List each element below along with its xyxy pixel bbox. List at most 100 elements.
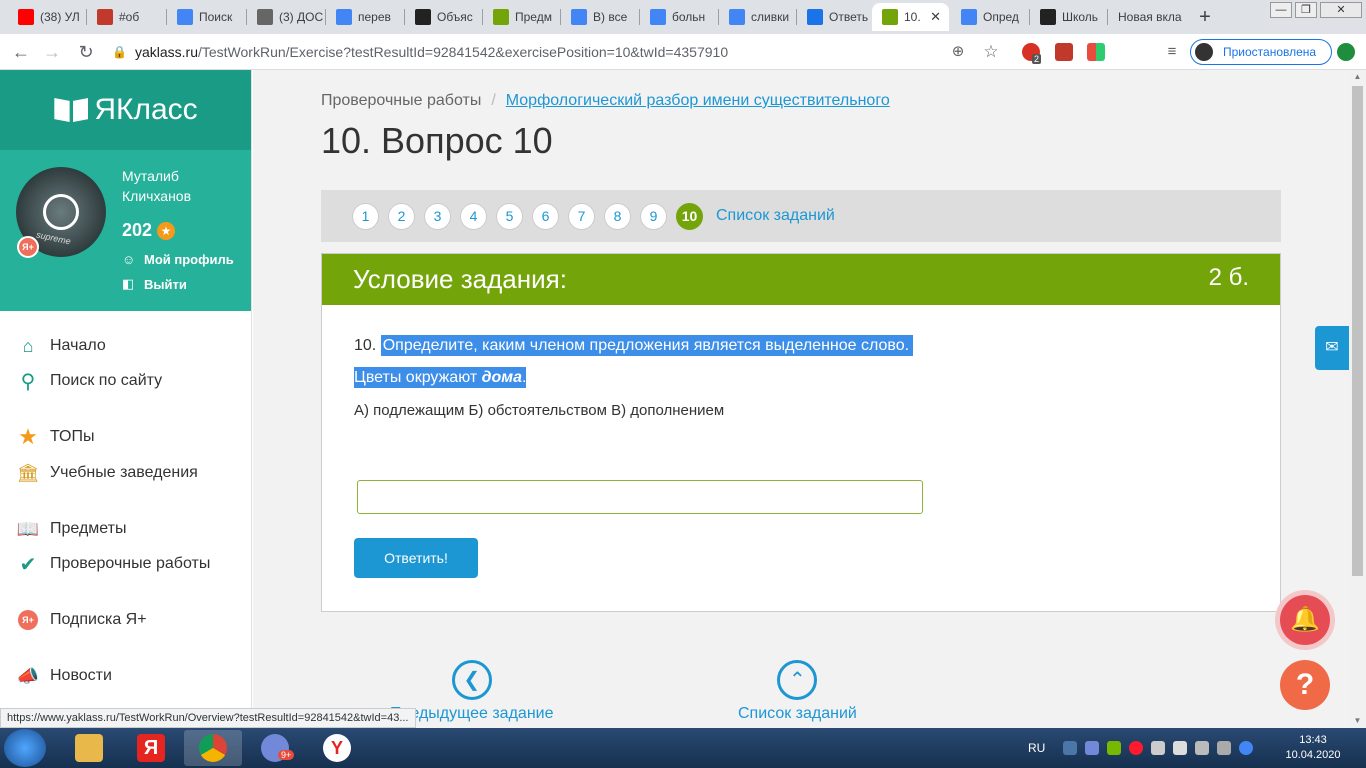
close-tab-icon[interactable]: ✕ — [930, 9, 941, 25]
menu-item-subjects[interactable]: 📖 Предметы — [16, 518, 127, 540]
tab-9[interactable]: больн — [640, 3, 718, 31]
tab-label: перев — [358, 10, 391, 24]
task-list-link[interactable]: Список заданий — [716, 207, 835, 225]
network-icon[interactable] — [1151, 741, 1166, 755]
question-icon — [807, 9, 823, 25]
tab-11[interactable]: Ответь — [797, 3, 871, 31]
start-button[interactable] — [4, 729, 46, 767]
tab-6[interactable]: Объяс — [405, 3, 482, 31]
tab-3[interactable]: Поиск — [167, 3, 246, 31]
tab-8[interactable]: В) все — [561, 3, 639, 31]
reload-icon[interactable]: ↻ — [74, 40, 98, 64]
tab-13[interactable]: Опред — [951, 3, 1029, 31]
menu-item-news[interactable]: 📣 Новости — [16, 665, 112, 687]
question-number-1[interactable]: 1 — [352, 202, 379, 230]
taskbar-discord[interactable]: 9+ — [246, 730, 304, 766]
profile-button[interactable]: Приостановлена — [1190, 39, 1332, 65]
maximize-button[interactable]: ❐ — [1295, 2, 1317, 18]
scrollbar-thumb[interactable] — [1352, 86, 1363, 576]
my-profile-link[interactable]: ☺ Мой профиль — [122, 252, 234, 267]
close-window-button[interactable]: ✕ — [1320, 2, 1362, 18]
menu-item-home[interactable]: ⌂ Начало — [16, 335, 106, 357]
question-number-10[interactable]: 10 — [676, 202, 703, 230]
forward-arrow-icon[interactable]: → — [40, 40, 64, 64]
submit-answer-button[interactable]: Ответить! — [354, 538, 478, 578]
menu-label: Подписка Я+ — [50, 611, 147, 628]
tab-2[interactable]: #об — [87, 3, 166, 31]
taskbar-yandex-browser[interactable]: Y — [308, 730, 366, 766]
menu-item-tops[interactable]: ★ ТОПы — [16, 424, 94, 449]
task-list-nav-label: Список заданий — [738, 705, 857, 722]
question-number-8[interactable]: 8 — [604, 202, 631, 230]
help-button[interactable]: ? — [1280, 660, 1330, 710]
apps-extension-icon[interactable] — [1087, 43, 1105, 61]
page-scrollbar[interactable]: ▲ ▼ — [1349, 70, 1366, 728]
menu-label: Предметы — [50, 520, 127, 537]
tab-4[interactable]: (3) ДОС — [247, 3, 325, 31]
user-name[interactable]: Муталиб Кличханов — [122, 166, 242, 206]
new-tab-button[interactable]: + — [1194, 6, 1216, 28]
device-icon[interactable] — [1195, 741, 1210, 755]
answer-input[interactable] — [357, 480, 923, 514]
add-site-icon[interactable]: ⊕ — [946, 40, 970, 64]
site-logo[interactable]: ЯКласс — [0, 70, 251, 150]
mail-feedback-icon[interactable]: ✉ — [1315, 326, 1349, 370]
google-tray-icon[interactable] — [1239, 741, 1254, 755]
tab-15[interactable]: Новая вкла — [1108, 3, 1182, 31]
star-icon: ★ — [18, 424, 38, 449]
question-number-2[interactable]: 2 — [388, 202, 415, 230]
google-icon — [961, 9, 977, 25]
tab-7[interactable]: Предм — [483, 3, 560, 31]
flag-icon[interactable] — [1217, 741, 1232, 755]
language-indicator[interactable]: RU — [1028, 741, 1045, 755]
tab-1[interactable]: (38) УЛ — [8, 3, 86, 31]
logout-link[interactable]: ◧ Выйти — [122, 276, 187, 292]
vk-icon[interactable] — [1063, 741, 1078, 755]
taskbar-chrome[interactable] — [184, 730, 242, 766]
tab-5[interactable]: перев — [326, 3, 404, 31]
task-card-header: Условие задания: 2 б. — [322, 254, 1280, 305]
video-extension-icon[interactable] — [1055, 43, 1073, 61]
question-number-4[interactable]: 4 — [460, 202, 487, 230]
taskbar-yandex[interactable]: Я — [122, 730, 180, 766]
tab-label: (38) УЛ — [40, 10, 80, 24]
tab-14[interactable]: Школь — [1030, 3, 1107, 31]
question-number-9[interactable]: 9 — [640, 202, 667, 230]
menu-item-schools[interactable]: 🏛 Учебные заведения — [16, 462, 198, 484]
reading-list-icon[interactable]: ≡ — [1160, 40, 1184, 64]
tab-12[interactable]: 10. ✕ — [872, 3, 949, 31]
windows-taskbar: Я 9+ Y RU 13:43 10.04.2020 — [0, 728, 1366, 768]
question-number-5[interactable]: 5 — [496, 202, 523, 230]
opera-tray-icon[interactable] — [1129, 741, 1144, 755]
question-number-7[interactable]: 7 — [568, 202, 595, 230]
nvidia-icon[interactable] — [1107, 741, 1122, 755]
tab-label: Школь — [1062, 10, 1099, 24]
scroll-up-arrow-icon[interactable]: ▲ — [1349, 70, 1366, 84]
minimize-button[interactable]: — — [1270, 2, 1292, 18]
menu-item-search[interactable]: ⚲ Поиск по сайту — [16, 370, 162, 393]
book-icon: 📖 — [16, 518, 40, 539]
breadcrumb-topic-link[interactable]: Морфологический разбор имени существител… — [506, 92, 890, 109]
user-circle-icon: ☺ — [122, 252, 136, 267]
task-list-nav[interactable]: ⌃ Список заданий — [738, 660, 857, 723]
tab-10[interactable]: сливки — [719, 3, 796, 31]
megaphone-icon: 📣 — [16, 665, 40, 686]
tab-label: Предм — [515, 10, 552, 24]
question-number-6[interactable]: 6 — [532, 202, 559, 230]
volume-icon[interactable] — [1173, 741, 1188, 755]
menu-item-tests[interactable]: ✔ Проверочные работы — [16, 553, 211, 576]
scroll-down-arrow-icon[interactable]: ▼ — [1349, 714, 1366, 728]
taskbar-clock[interactable]: 13:43 10.04.2020 — [1280, 733, 1346, 763]
address-bar[interactable]: 🔒 yaklass.ru/TestWorkRun/Exercise?testRe… — [112, 38, 1012, 66]
update-icon[interactable] — [1337, 43, 1355, 61]
bookmark-star-icon[interactable]: ☆ — [979, 40, 1003, 64]
discord-tray-icon[interactable] — [1085, 741, 1100, 755]
back-arrow-icon[interactable]: ← — [9, 40, 33, 64]
breadcrumb-root[interactable]: Проверочные работы — [321, 92, 481, 109]
tab-label: (3) ДОС — [279, 10, 324, 24]
my-profile-label: Мой профиль — [144, 252, 234, 267]
notification-bell-button[interactable]: 🔔 — [1275, 590, 1335, 650]
taskbar-explorer[interactable] — [60, 730, 118, 766]
menu-item-ya-plus[interactable]: Я+ Подписка Я+ — [16, 609, 147, 631]
question-number-3[interactable]: 3 — [424, 202, 451, 230]
